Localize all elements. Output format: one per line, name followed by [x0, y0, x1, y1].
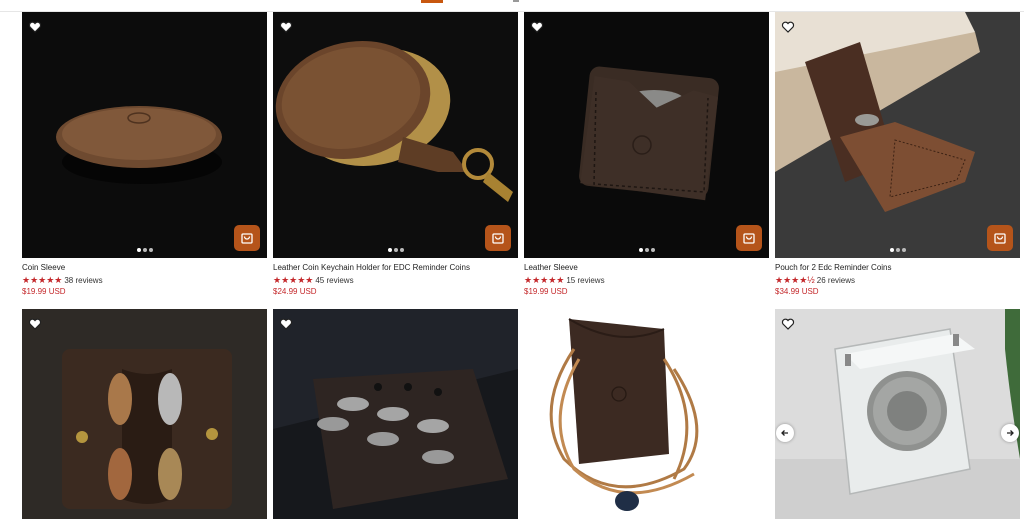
arrow-left-icon	[781, 430, 788, 436]
shopping-bag-icon	[743, 233, 755, 244]
arrow-right-icon	[1007, 430, 1014, 436]
coin-sleeve-photo	[22, 12, 267, 258]
active-tab-indicator	[421, 0, 443, 3]
image-carousel-dots[interactable]	[638, 248, 655, 252]
heart-icon[interactable]	[28, 20, 42, 34]
acrylic-coin-display-photo	[775, 309, 1020, 519]
heart-icon[interactable]	[279, 20, 293, 34]
add-to-cart-button[interactable]	[987, 225, 1013, 251]
coin-pouch-photo	[775, 12, 1020, 258]
image-carousel-dots[interactable]	[136, 248, 153, 252]
image-carousel-dots[interactable]	[387, 248, 404, 252]
review-count: 15 reviews	[566, 275, 605, 285]
heart-icon[interactable]	[279, 317, 293, 331]
coin-organizer-photo	[273, 309, 518, 519]
product-rating: ★★★★★ 45 reviews	[273, 274, 518, 286]
rating-stars: ★★★★★	[524, 275, 565, 285]
product-image[interactable]	[524, 309, 769, 519]
top-navigation-bar	[0, 0, 1024, 12]
heart-icon[interactable]	[781, 20, 795, 34]
shopping-bag-icon	[994, 233, 1006, 244]
image-carousel-dots[interactable]	[889, 248, 906, 252]
add-to-cart-button[interactable]	[234, 225, 260, 251]
product-price: $19.99 USD	[22, 287, 66, 296]
product-image[interactable]	[273, 309, 518, 519]
shopping-bag-icon	[241, 233, 253, 244]
review-count: 26 reviews	[816, 275, 856, 285]
product-card[interactable]	[524, 309, 769, 519]
coin-wallet-photo	[22, 309, 267, 519]
product-card[interactable]: Leather Coin Keychain Holder for EDC Rem…	[273, 12, 518, 296]
product-card[interactable]: Pouch for 2 Edc Reminder Coins ★★★★½ 26 r…	[775, 12, 1020, 296]
product-image[interactable]	[524, 12, 769, 258]
heart-icon[interactable]	[28, 317, 42, 331]
product-image[interactable]	[775, 309, 1020, 519]
product-image[interactable]	[22, 12, 267, 258]
product-rating: ★★★★★ 15 reviews	[524, 274, 769, 286]
coin-keychain-photo	[273, 12, 518, 258]
carousel-next-button[interactable]	[1001, 424, 1019, 442]
product-card[interactable]: Coin Sleeve ★★★★★ 38 reviews $19.99 USD	[22, 12, 267, 296]
shopping-bag-icon	[492, 233, 504, 244]
review-count: 45 reviews	[315, 275, 354, 285]
product-image[interactable]	[22, 309, 267, 519]
product-title[interactable]: Pouch for 2 Edc Reminder Coins	[775, 262, 1020, 273]
carousel-prev-button[interactable]	[776, 424, 794, 442]
review-count: 38 reviews	[64, 275, 103, 285]
product-image[interactable]	[775, 12, 1020, 258]
tab-indicator	[513, 0, 519, 2]
product-title[interactable]: Leather Sleeve	[524, 262, 769, 273]
product-card[interactable]: Leather Sleeve ★★★★★ 15 reviews $19.99 US…	[524, 12, 769, 296]
product-card[interactable]	[775, 309, 1020, 519]
rating-stars: ★★★★★	[273, 275, 314, 285]
product-price: $34.99 USD	[775, 287, 819, 296]
product-card[interactable]	[273, 309, 518, 519]
product-rating: ★★★★★ 38 reviews	[22, 274, 267, 286]
heart-icon[interactable]	[530, 20, 544, 34]
product-price: $24.99 USD	[273, 287, 317, 296]
add-to-cart-button[interactable]	[736, 225, 762, 251]
product-card[interactable]	[22, 309, 267, 519]
product-rating: ★★★★½ 26 reviews	[775, 274, 1020, 286]
necklace-pouch-photo	[524, 309, 769, 519]
add-to-cart-button[interactable]	[485, 225, 511, 251]
heart-icon[interactable]	[781, 317, 795, 331]
product-title[interactable]: Coin Sleeve	[22, 262, 267, 273]
rating-stars: ★★★★½	[775, 275, 815, 285]
product-price: $19.99 USD	[524, 287, 568, 296]
product-title[interactable]: Leather Coin Keychain Holder for EDC Rem…	[273, 262, 518, 273]
leather-sleeve-photo	[524, 12, 769, 258]
product-image[interactable]	[273, 12, 518, 258]
rating-stars: ★★★★★	[22, 275, 63, 285]
